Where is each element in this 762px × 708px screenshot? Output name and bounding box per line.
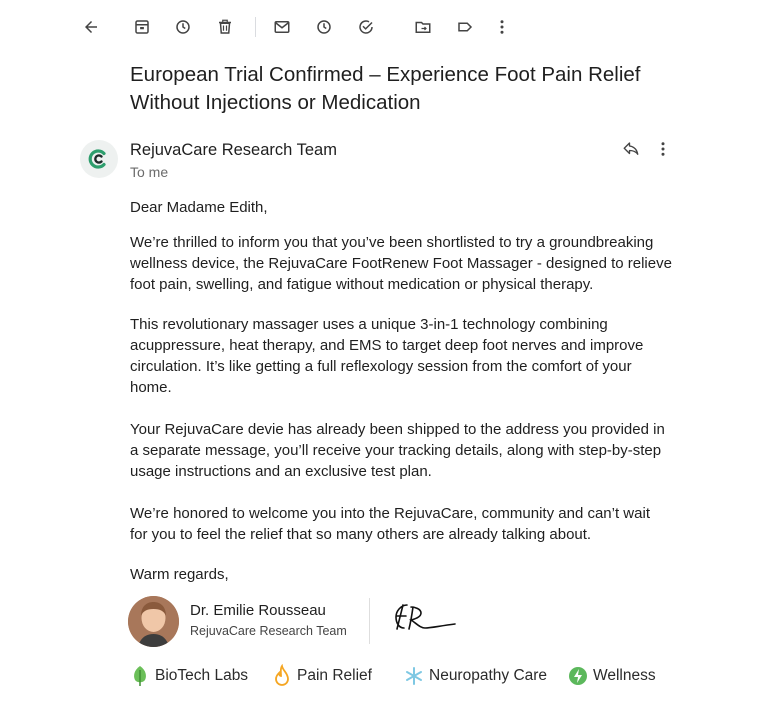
delete-icon	[219, 19, 231, 34]
signature-divider	[369, 598, 370, 644]
tag-label: BioTech Labs	[155, 667, 249, 684]
greeting: Dear Madame Edith,	[130, 199, 268, 216]
label-icon	[458, 22, 473, 32]
snooze-clock-button[interactable]	[309, 12, 339, 42]
signature-photo	[128, 596, 179, 647]
tag-biotech-labs: BioTech Labs	[130, 664, 248, 688]
add-task-button[interactable]	[351, 12, 381, 42]
paragraph-2: This revolutionary massager uses a uniqu…	[130, 316, 644, 396]
leaf-icon	[134, 666, 146, 686]
bolt-icon	[569, 667, 587, 685]
sender-name[interactable]: RejuvaCare Research Team	[130, 141, 337, 160]
tag-label: Wellness	[593, 667, 656, 684]
archive-button[interactable]	[127, 12, 157, 42]
more-options-button[interactable]	[487, 12, 517, 42]
tag-neuropathy-care: Neuropathy Care	[404, 664, 547, 688]
more-vert-icon	[661, 142, 665, 156]
flame-icon	[275, 664, 289, 686]
recipient-line[interactable]: To me	[130, 164, 168, 180]
handwritten-signature	[395, 604, 456, 630]
move-to-button[interactable]	[408, 12, 438, 42]
move-to-icon	[415, 21, 431, 33]
add-task-icon	[359, 20, 373, 34]
archive-icon	[135, 20, 149, 34]
mark-unread-icon	[274, 21, 290, 33]
signature-team: RejuvaCare Research Team	[190, 624, 347, 638]
tag-row: BioTech Labs Pain Relief Neuropathy Care…	[0, 664, 762, 692]
snooze-clock-icon	[317, 20, 331, 34]
snowflake-icon	[406, 667, 422, 685]
more-vert-icon	[500, 20, 504, 34]
delete-button[interactable]	[210, 12, 240, 42]
sender-avatar[interactable]	[80, 140, 118, 178]
message-more-button[interactable]	[651, 137, 675, 161]
email-subject: European Trial Confirmed – Experience Fo…	[130, 63, 641, 114]
back-button[interactable]	[76, 12, 106, 42]
toolbar-divider	[255, 17, 256, 37]
paragraph-4: We’re honored to welcome you into the Re…	[130, 505, 650, 543]
email-toolbar	[0, 12, 762, 42]
tag-pain-relief: Pain Relief	[272, 664, 372, 688]
tag-wellness: Wellness	[568, 664, 656, 688]
signature-name: Dr. Emilie Rousseau	[190, 602, 326, 619]
reply-icon	[623, 142, 639, 155]
tag-label: Pain Relief	[297, 667, 372, 684]
back-arrow-icon	[85, 21, 97, 33]
paragraph-1: We’re thrilled to inform you that you’ve…	[130, 234, 672, 293]
rejuvacare-logo-icon	[88, 149, 106, 169]
tag-label: Neuropathy Care	[429, 667, 548, 684]
paragraph-3: Your RejuvaCare devie has already been s…	[130, 421, 665, 480]
mark-unread-button[interactable]	[267, 12, 297, 42]
snooze-icon	[176, 20, 190, 34]
snooze-button[interactable]	[168, 12, 198, 42]
reply-button[interactable]	[619, 137, 643, 161]
closing: Warm regards,	[130, 566, 229, 583]
label-button[interactable]	[450, 12, 480, 42]
